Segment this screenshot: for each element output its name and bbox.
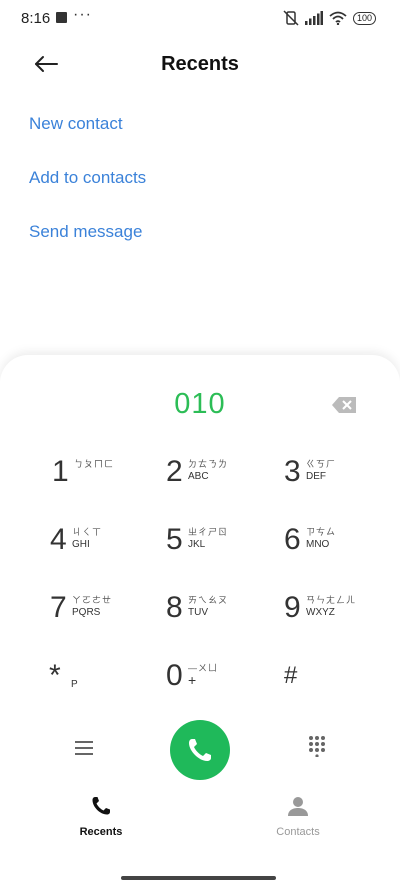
key-star[interactable]: * P bbox=[49, 659, 169, 709]
key-digit: 6 bbox=[284, 523, 301, 556]
tab-recents[interactable]: Recents bbox=[41, 795, 161, 838]
key-4[interactable]: 4 ㄐㄑㄒ GHI bbox=[50, 523, 170, 573]
key-digit: 7 bbox=[50, 591, 67, 624]
tab-contacts-label: Contacts bbox=[276, 826, 320, 838]
key-8[interactable]: 8 ㄞㄟㄠㄡ TUV bbox=[166, 591, 286, 641]
key-9[interactable]: 9 ㄢㄣㄤㄥㄦ WXYZ bbox=[284, 591, 400, 641]
keypad-toggle-button[interactable] bbox=[306, 735, 328, 758]
header: Recents bbox=[0, 40, 400, 90]
key-zhuyin: ㄉㄊㄋㄌ bbox=[188, 459, 229, 469]
key-digit: 1 bbox=[52, 455, 69, 488]
phone-icon bbox=[92, 797, 110, 815]
key-letters: JKL bbox=[188, 539, 206, 550]
wifi-icon bbox=[329, 11, 347, 25]
tab-contacts[interactable]: Contacts bbox=[238, 795, 358, 838]
person-icon bbox=[288, 797, 308, 816]
dialpad-icon bbox=[309, 736, 325, 758]
key-digit: 3 bbox=[284, 455, 301, 488]
key-zhuyin: ㄞㄟㄠㄡ bbox=[188, 595, 229, 605]
key-2[interactable]: 2 ㄉㄊㄋㄌ ABC bbox=[166, 455, 286, 505]
mute-vibrate-icon bbox=[283, 10, 299, 26]
key-zhuyin: ㄚㄛㄜㄝ bbox=[72, 595, 113, 605]
new-contact-link[interactable]: New contact bbox=[29, 112, 146, 166]
signal-icon bbox=[304, 11, 323, 25]
key-letters: GHI bbox=[72, 539, 90, 550]
backspace-icon bbox=[332, 397, 356, 413]
tab-recents-label: Recents bbox=[79, 826, 123, 838]
bottom-nav: Recents Contacts bbox=[0, 795, 400, 845]
key-digit: 0 bbox=[166, 659, 183, 692]
status-time: 8:16 bbox=[21, 10, 51, 27]
key-zhuyin: ㄓㄔㄕㄖ bbox=[188, 527, 229, 537]
key-digit: # bbox=[284, 662, 298, 689]
status-bar: 8:16 ··· 100 bbox=[0, 0, 400, 36]
key-0[interactable]: 0 —ㄨㄩ + bbox=[166, 659, 286, 709]
key-5[interactable]: 5 ㄓㄔㄕㄖ JKL bbox=[166, 523, 286, 573]
square-notification-icon bbox=[56, 12, 67, 23]
key-letters: WXYZ bbox=[306, 607, 335, 618]
backspace-button[interactable] bbox=[332, 397, 356, 413]
key-1[interactable]: 1 ㄅㄆㄇㄈ bbox=[52, 455, 172, 505]
key-digit: 5 bbox=[166, 523, 183, 556]
battery-icon: 100 bbox=[352, 11, 376, 25]
menu-icon bbox=[75, 741, 93, 755]
call-button[interactable] bbox=[170, 720, 230, 780]
key-digit: 9 bbox=[284, 591, 301, 624]
key-digit: 4 bbox=[50, 523, 67, 556]
key-zhuyin: ㄍㄎㄏ bbox=[306, 459, 337, 469]
page-title: Recents bbox=[161, 53, 239, 75]
home-indicator[interactable] bbox=[121, 876, 276, 880]
key-letters: MNO bbox=[306, 539, 330, 550]
key-7[interactable]: 7 ㄚㄛㄜㄝ PQRS bbox=[50, 591, 170, 641]
key-6[interactable]: 6 ㄗㄘㄙ MNO bbox=[284, 523, 400, 573]
menu-button[interactable] bbox=[73, 738, 95, 758]
key-letters: TUV bbox=[188, 607, 208, 618]
key-hash[interactable]: # bbox=[284, 659, 400, 709]
key-digit: 8 bbox=[166, 591, 183, 624]
key-digit: 2 bbox=[166, 455, 183, 488]
key-letters: + bbox=[188, 672, 197, 688]
key-zhuyin: ㄐㄑㄒ bbox=[72, 527, 103, 537]
send-message-link[interactable]: Send message bbox=[29, 220, 146, 274]
key-zhuyin: ㄗㄘㄙ bbox=[306, 527, 337, 537]
actions-list: New contact Add to contacts Send message bbox=[29, 112, 146, 274]
key-letters: DEF bbox=[306, 471, 326, 482]
more-notifications-icon: ··· bbox=[73, 6, 92, 23]
phone-icon bbox=[189, 739, 211, 761]
key-zhuyin: ㄢㄣㄤㄥㄦ bbox=[306, 595, 357, 605]
key-3[interactable]: 3 ㄍㄎㄏ DEF bbox=[284, 455, 400, 505]
key-letters: P bbox=[71, 679, 78, 690]
status-icons: 100 bbox=[283, 9, 376, 27]
key-letters: ABC bbox=[188, 471, 209, 482]
add-to-contacts-link[interactable]: Add to contacts bbox=[29, 166, 146, 220]
key-zhuyin: ㄅㄆㄇㄈ bbox=[74, 459, 115, 469]
key-letters: PQRS bbox=[72, 607, 101, 618]
key-digit: * bbox=[49, 659, 61, 692]
